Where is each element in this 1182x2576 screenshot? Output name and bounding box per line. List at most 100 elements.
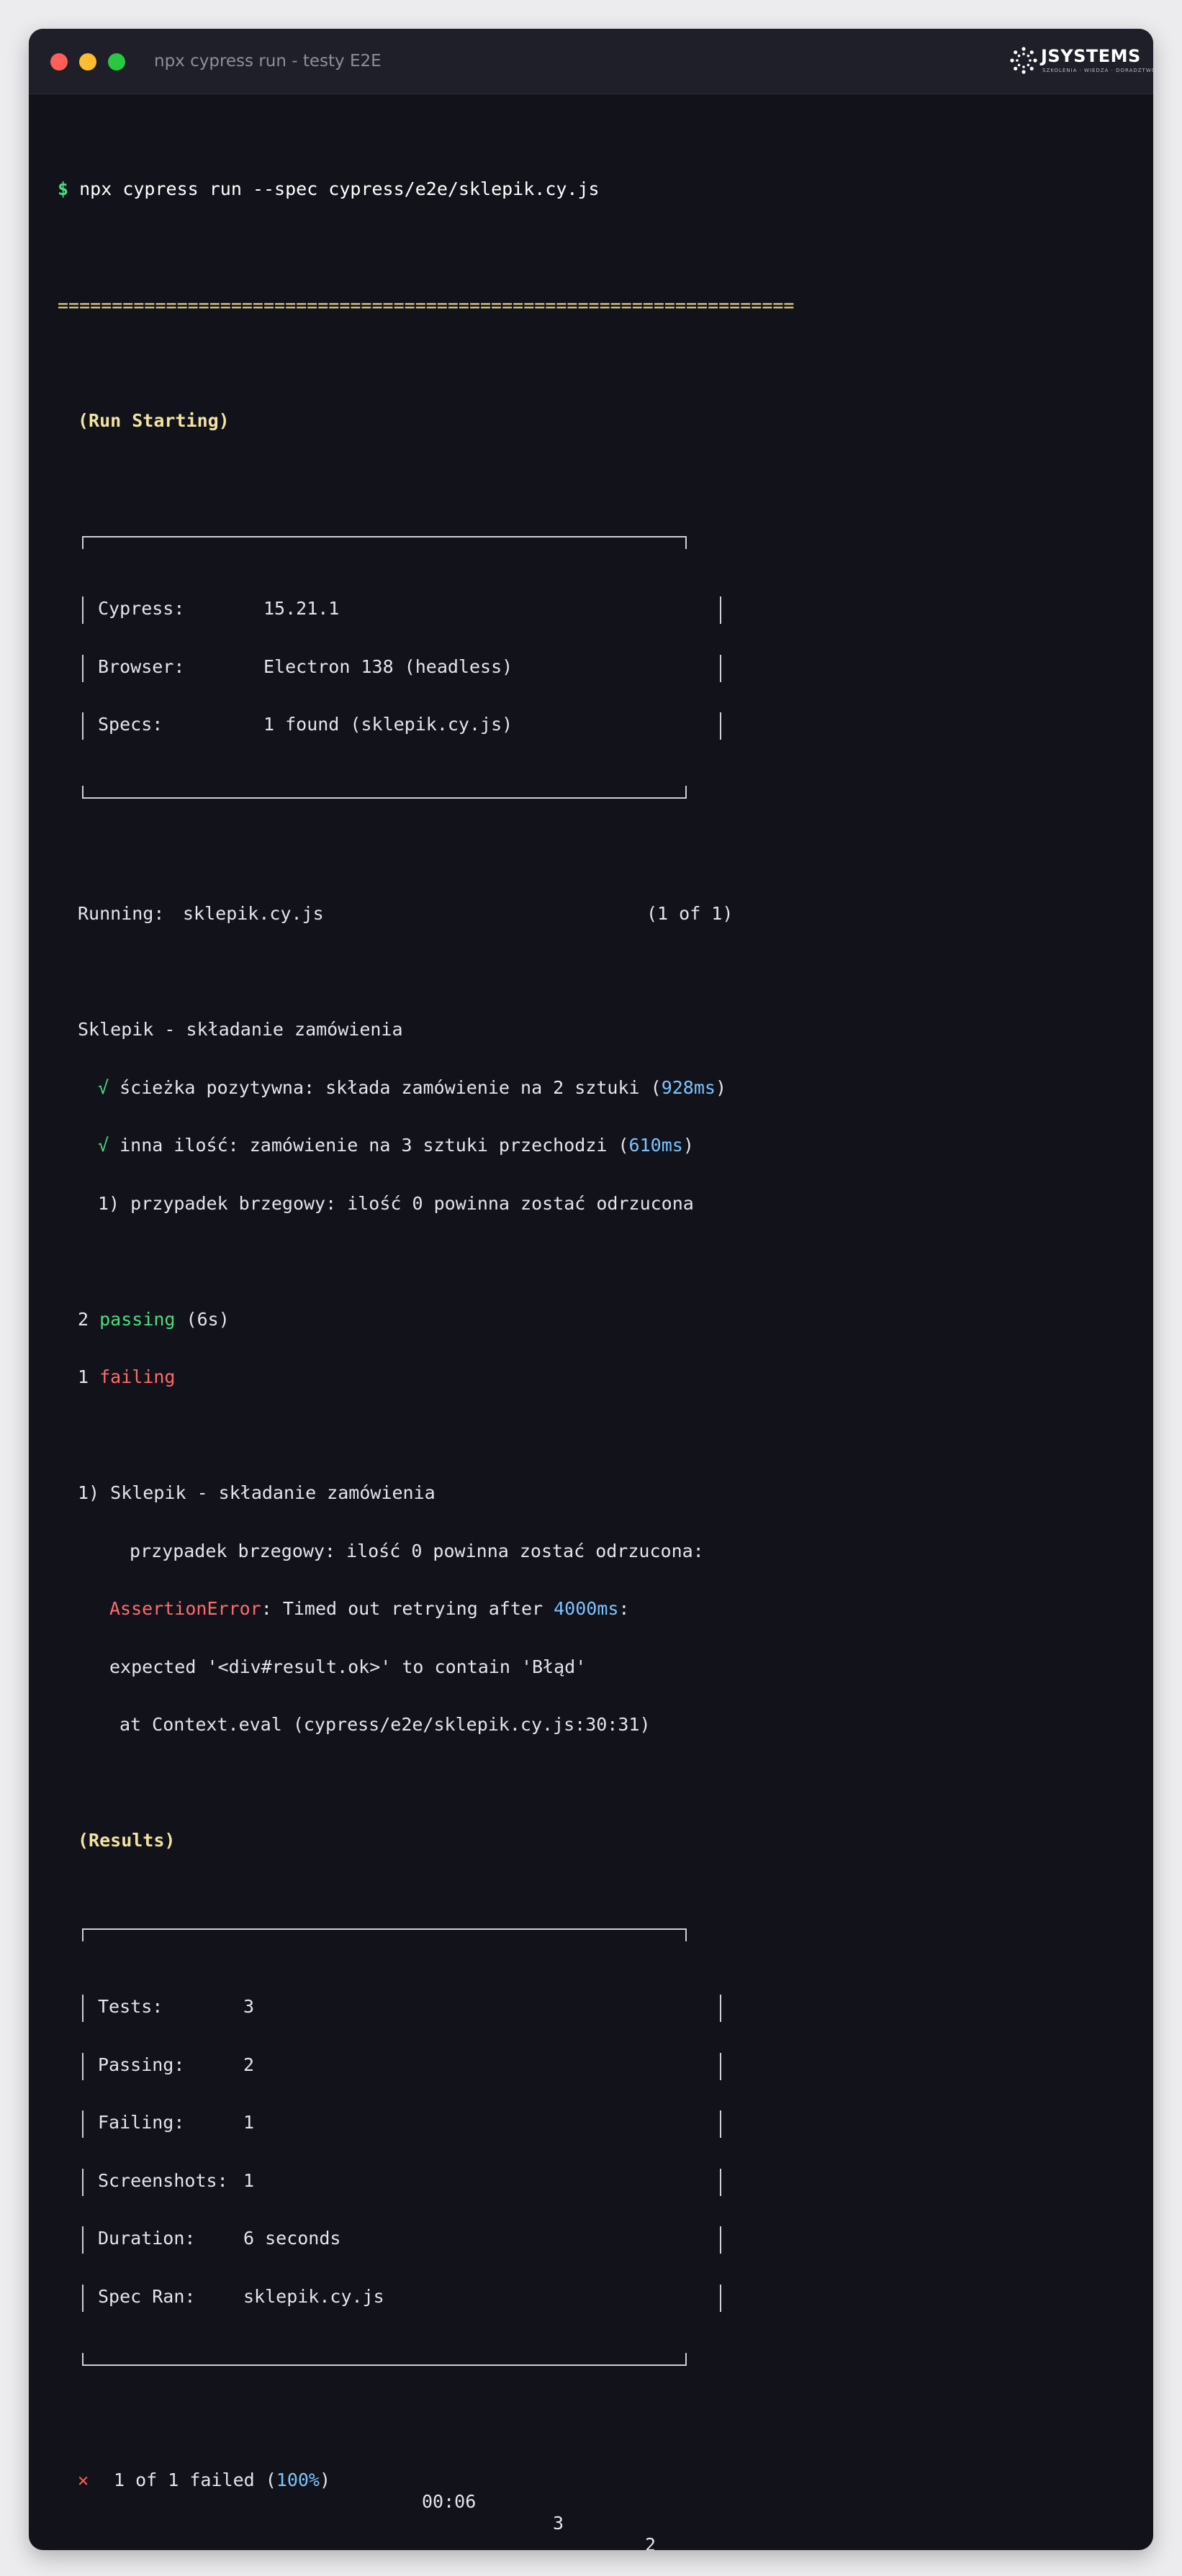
command-text: npx cypress run --spec cypress/e2e/sklep… [79, 178, 600, 199]
box-border-right [720, 1995, 721, 2022]
row-label: Cypress: [98, 598, 185, 619]
box-border-right [720, 2285, 721, 2312]
row-label: Tests: [98, 1996, 163, 2017]
maximize-window-button[interactable] [108, 53, 125, 71]
row-label: Browser: [98, 656, 185, 677]
test-duration: 610ms [628, 1135, 683, 1156]
results-row: Screenshots: 1 [98, 2170, 254, 2192]
terminal-window: npx cypress run - testy E2E JSYSTEMS SZK… [29, 29, 1153, 2550]
running-spec: sklepik.cy.js [183, 903, 324, 924]
running-label: Running: [78, 903, 165, 924]
test-result-passed: √ inna ilość: zamówienie na 3 sztuki prz… [98, 1135, 694, 1156]
box-border-left [82, 2169, 84, 2196]
logo-text: JSYSTEMS [1041, 46, 1141, 66]
running-line: Running: sklepik.cy.js (1 of 1) [78, 903, 733, 925]
row-value: 1 [243, 2170, 255, 2191]
results-row: Spec Ran: sklepik.cy.js [98, 2286, 384, 2308]
box-border-left [82, 655, 84, 682]
row-label: Passing: [98, 2054, 185, 2075]
results-heading: (Results) [78, 1830, 176, 1851]
box-border-right [720, 597, 721, 624]
final-passing: 2 [645, 2534, 657, 2550]
box-border-right [720, 2226, 721, 2254]
box-border-right [720, 2053, 721, 2080]
error-type: AssertionError [109, 1598, 261, 1619]
run-box-bottom-border [82, 786, 687, 799]
expected-message: expected '<div#result.ok>' to contain 'B… [109, 1656, 587, 1677]
separator-line: ========================================… [58, 295, 795, 316]
final-summary-line: ✕1 of 1 failed (100%) 00:06 3 2 1 - - [78, 2470, 656, 2550]
results-row: Passing: 2 [98, 2054, 254, 2076]
suite-title: Sklepik - składanie zamówienia [78, 1019, 403, 1040]
box-border-left [82, 2226, 84, 2254]
box-border-right [720, 655, 721, 682]
title-bar: npx cypress run - testy E2E JSYSTEMS SZK… [29, 29, 1153, 94]
row-label: Spec Ran: [98, 2286, 196, 2307]
logo-subtitle: SZKOLENIA · WIEDZA · DORADZTWO [1042, 68, 1153, 73]
window-title: npx cypress run - testy E2E [154, 52, 382, 71]
row-label: Duration: [98, 2228, 196, 2249]
results-row: Tests: 3 [98, 1996, 254, 2018]
results-box-bottom-border [82, 2353, 687, 2366]
run-row-cypress: Cypress: 15.21.1 [98, 598, 339, 620]
box-border-left [82, 2110, 84, 2138]
row-value: 6 seconds [243, 2228, 341, 2249]
box-border-right [720, 712, 721, 740]
failed-x-icon: ✕ [78, 2470, 89, 2490]
test-name: inna ilość: zamówienie na 3 sztuki przec… [119, 1135, 608, 1156]
box-border-right [720, 2169, 721, 2196]
final-percent: 100% [276, 2470, 320, 2490]
row-label: Failing: [98, 2112, 185, 2133]
error-timeout: 4000ms [554, 1598, 619, 1619]
check-icon: √ [98, 1077, 109, 1098]
sun-logo-icon [1010, 47, 1037, 74]
failing-count: 1 [78, 1366, 89, 1387]
error-message-end: : [618, 1598, 630, 1619]
results-box-top-border [82, 1928, 687, 1941]
failure-heading: 1) Sklepik - składanie zamówienia [78, 1482, 436, 1503]
passing-time: (6s) [186, 1309, 230, 1330]
final-tests: 3 [553, 2513, 564, 2534]
assertion-error: AssertionError: Timed out retrying after… [109, 1598, 629, 1620]
failure-test-name: przypadek brzegowy: ilość 0 powinna zost… [130, 1541, 704, 1561]
row-label: Screenshots: [98, 2170, 228, 2191]
test-name: ścieżka pozytywna: składa zamówienie na … [119, 1077, 640, 1098]
test-result-passed: √ ścieżka pozytywna: składa zamówienie n… [98, 1077, 727, 1098]
box-border-right [720, 2110, 721, 2138]
failure-index: 1) [98, 1193, 120, 1214]
run-starting-heading: (Run Starting) [78, 410, 230, 431]
results-row: Duration: 6 seconds [98, 2228, 340, 2249]
error-message: : Timed out retrying after [261, 1598, 554, 1619]
passing-label: passing [99, 1309, 176, 1330]
failing-label: failing [99, 1366, 176, 1387]
row-value: 1 found (sklepik.cy.js) [263, 714, 513, 735]
running-count: (1 of 1) [646, 903, 734, 924]
close-window-button[interactable] [50, 53, 68, 71]
passing-count: 2 [78, 1309, 89, 1330]
box-border-left [82, 2285, 84, 2312]
run-row-specs: Specs: 1 found (sklepik.cy.js) [98, 714, 513, 735]
row-value: 1 [243, 2112, 255, 2133]
results-row: Failing: 1 [98, 2112, 254, 2133]
stack-location: at Context.eval (cypress/e2e/sklepik.cy.… [119, 1714, 651, 1735]
box-border-left [82, 2053, 84, 2080]
passing-summary: 2 passing (6s) [78, 1309, 230, 1330]
row-value: Electron 138 (headless) [263, 656, 513, 677]
prompt-symbol: $ [58, 178, 69, 199]
run-row-browser: Browser: Electron 138 (headless) [98, 656, 513, 678]
jsystems-logo: JSYSTEMS SZKOLENIA · WIEDZA · DORADZTWO [1009, 45, 1153, 78]
row-value: 2 [243, 2054, 255, 2075]
row-value: 3 [243, 1996, 255, 2017]
row-value: sklepik.cy.js [243, 2286, 384, 2307]
final-duration: 00:06 [422, 2491, 477, 2512]
minimize-window-button[interactable] [79, 53, 96, 71]
box-border-left [82, 597, 84, 624]
test-result-failed: 1) przypadek brzegowy: ilość 0 powinna z… [98, 1193, 694, 1215]
failing-summary: 1 failing [78, 1366, 175, 1388]
box-border-left [82, 712, 84, 740]
final-text-end: ) [320, 2470, 331, 2490]
box-border-left [82, 1995, 84, 2022]
row-label: Specs: [98, 714, 163, 735]
test-name: przypadek brzegowy: ilość 0 powinna zost… [130, 1193, 694, 1214]
row-value: 15.21.1 [263, 598, 340, 619]
